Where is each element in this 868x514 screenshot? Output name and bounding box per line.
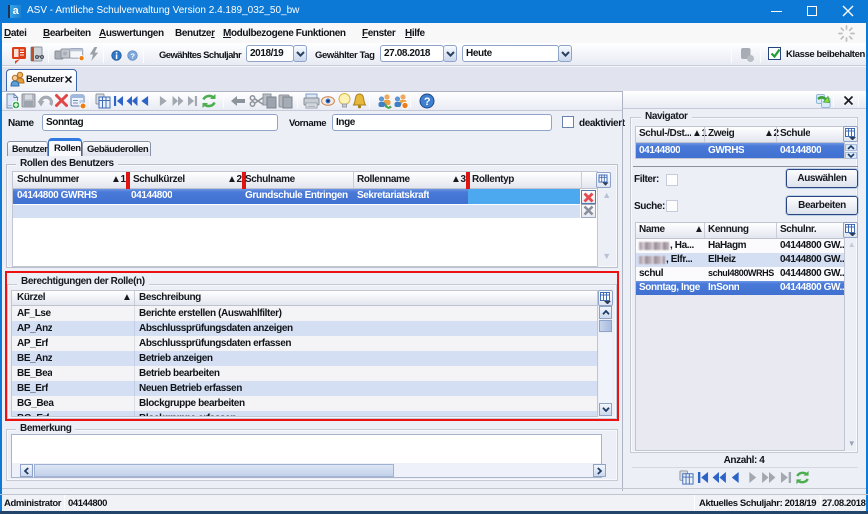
svg-text:?: ?	[424, 96, 431, 108]
svg-text:?: ?	[130, 51, 135, 60]
